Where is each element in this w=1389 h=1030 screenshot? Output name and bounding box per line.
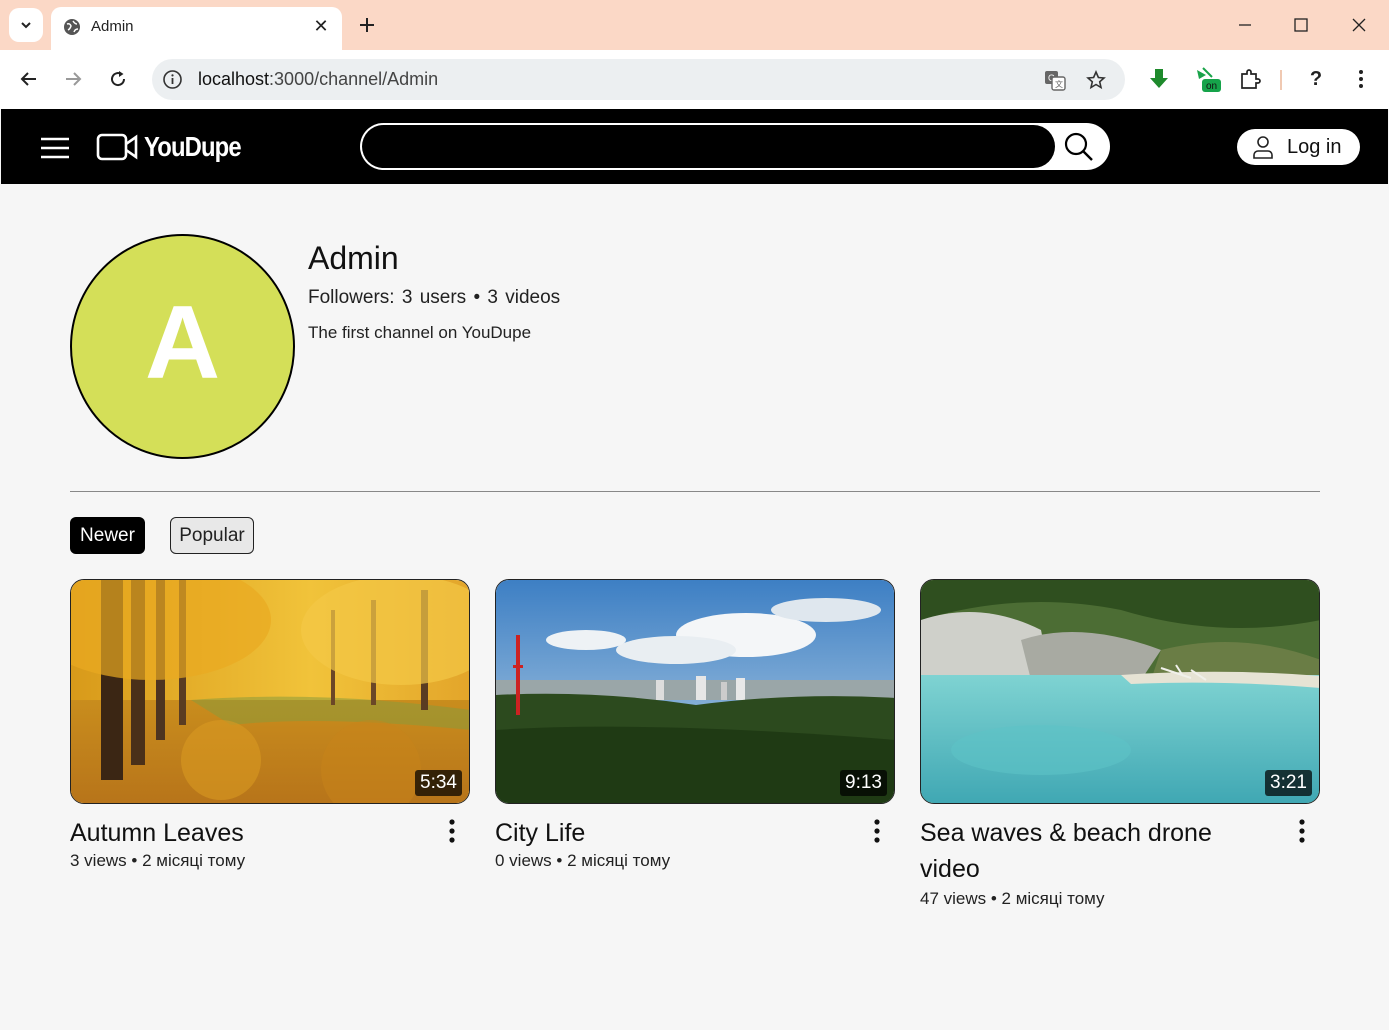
tab-title: Admin — [91, 18, 134, 35]
address-bar[interactable]: localhost:3000/channel/Admin G文 — [152, 59, 1125, 100]
more-options-button[interactable] — [867, 817, 887, 845]
video-thumbnail[interactable]: 5:34 — [70, 579, 470, 804]
search-bar — [360, 123, 1110, 170]
channel-stats: Followers: 3 users • 3 videos — [308, 287, 561, 308]
bookmark-star-icon[interactable] — [1084, 68, 1108, 92]
video-duration: 3:21 — [1265, 770, 1312, 796]
user-icon — [1253, 136, 1273, 159]
video-card[interactable]: 3:21 Sea waves & beach drone video 47 vi… — [920, 579, 1320, 908]
extensions-puzzle-icon[interactable] — [1236, 65, 1264, 93]
reload-button[interactable] — [103, 64, 133, 94]
reload-icon — [111, 71, 126, 87]
forward-button[interactable] — [58, 64, 88, 94]
video-meta: 3 views • 2 місяці тому — [70, 851, 246, 870]
url-text[interactable]: localhost:3000/channel/Admin — [198, 69, 438, 90]
chevron-down-icon — [21, 22, 31, 29]
more-options-button[interactable] — [442, 817, 462, 845]
toolbar-separator — [1280, 70, 1282, 90]
channel-name: Admin — [308, 240, 399, 276]
download-extension-icon[interactable] — [1145, 65, 1173, 93]
sort-newer-button[interactable]: Newer — [70, 517, 145, 554]
arrow-right-icon — [66, 72, 82, 86]
browser-menu-icon[interactable] — [1347, 65, 1375, 93]
maximize-button[interactable] — [1288, 12, 1314, 38]
translate-icon[interactable]: G文 — [1043, 68, 1067, 92]
svg-text:文: 文 — [1055, 79, 1063, 89]
browser-tab[interactable]: Admin ✕ — [51, 7, 342, 50]
video-thumbnail[interactable]: 9:13 — [495, 579, 895, 804]
video-duration: 5:34 — [415, 770, 462, 796]
search-icon[interactable] — [1063, 131, 1095, 163]
sea-thumbnail-image — [921, 580, 1319, 803]
maximize-icon — [1294, 18, 1308, 32]
more-vertical-icon — [449, 819, 455, 843]
video-title[interactable]: City Life — [495, 815, 835, 851]
extension-on-icon[interactable]: on — [1194, 65, 1222, 93]
channel-description: The first channel on YouDupe — [308, 323, 532, 342]
video-card[interactable]: 5:34 Autumn Leaves 3 views • 2 місяці то… — [70, 579, 470, 870]
close-tab-icon[interactable]: ✕ — [310, 15, 332, 37]
app-header: YouDupe Log in — [1, 109, 1388, 184]
minimize-button[interactable] — [1232, 12, 1258, 38]
autumn-thumbnail-image — [71, 580, 469, 803]
video-title[interactable]: Autumn Leaves — [70, 815, 410, 851]
more-vertical-icon — [1299, 819, 1305, 843]
help-icon[interactable]: ? — [1302, 65, 1330, 93]
login-button[interactable]: Log in — [1237, 129, 1360, 165]
video-meta: 47 views • 2 місяці тому — [920, 889, 1105, 908]
url-path: :3000/channel/Admin — [269, 69, 439, 89]
logo-text: YouDupe — [144, 131, 242, 162]
channel-avatar: A — [70, 234, 295, 459]
hamburger-menu-icon[interactable] — [40, 137, 70, 159]
close-icon — [1352, 18, 1366, 32]
avatar-letter: A — [144, 285, 221, 401]
video-duration: 9:13 — [840, 770, 887, 796]
login-label: Log in — [1287, 135, 1342, 158]
more-vertical-icon — [874, 819, 880, 843]
plus-icon — [360, 18, 374, 32]
city-thumbnail-image — [496, 580, 894, 803]
video-title[interactable]: Sea waves & beach drone video — [920, 815, 1260, 887]
back-button[interactable] — [14, 64, 44, 94]
divider — [70, 491, 1320, 492]
more-options-button[interactable] — [1292, 817, 1312, 845]
globe-icon — [64, 19, 80, 35]
close-window-button[interactable] — [1346, 12, 1372, 38]
video-camera-icon — [96, 133, 138, 161]
site-info-icon[interactable] — [162, 69, 183, 90]
video-card[interactable]: 9:13 City Life 0 views • 2 місяці тому — [495, 579, 895, 870]
arrow-left-icon — [20, 72, 36, 86]
browser-toolbar: localhost:3000/channel/Admin G文 on ? — [0, 50, 1389, 109]
new-tab-button[interactable] — [354, 12, 380, 38]
video-thumbnail[interactable]: 3:21 — [920, 579, 1320, 804]
search-input[interactable] — [362, 125, 1055, 168]
video-meta: 0 views • 2 місяці тому — [495, 851, 671, 870]
tab-search-button[interactable] — [9, 8, 43, 42]
minimize-icon — [1239, 24, 1251, 26]
sort-popular-button[interactable]: Popular — [170, 517, 254, 554]
browser-tab-bar: Admin ✕ — [0, 0, 1389, 50]
url-host: localhost — [198, 69, 270, 89]
extension-badge: on — [1206, 81, 1218, 92]
logo[interactable]: YouDupe — [96, 131, 258, 163]
